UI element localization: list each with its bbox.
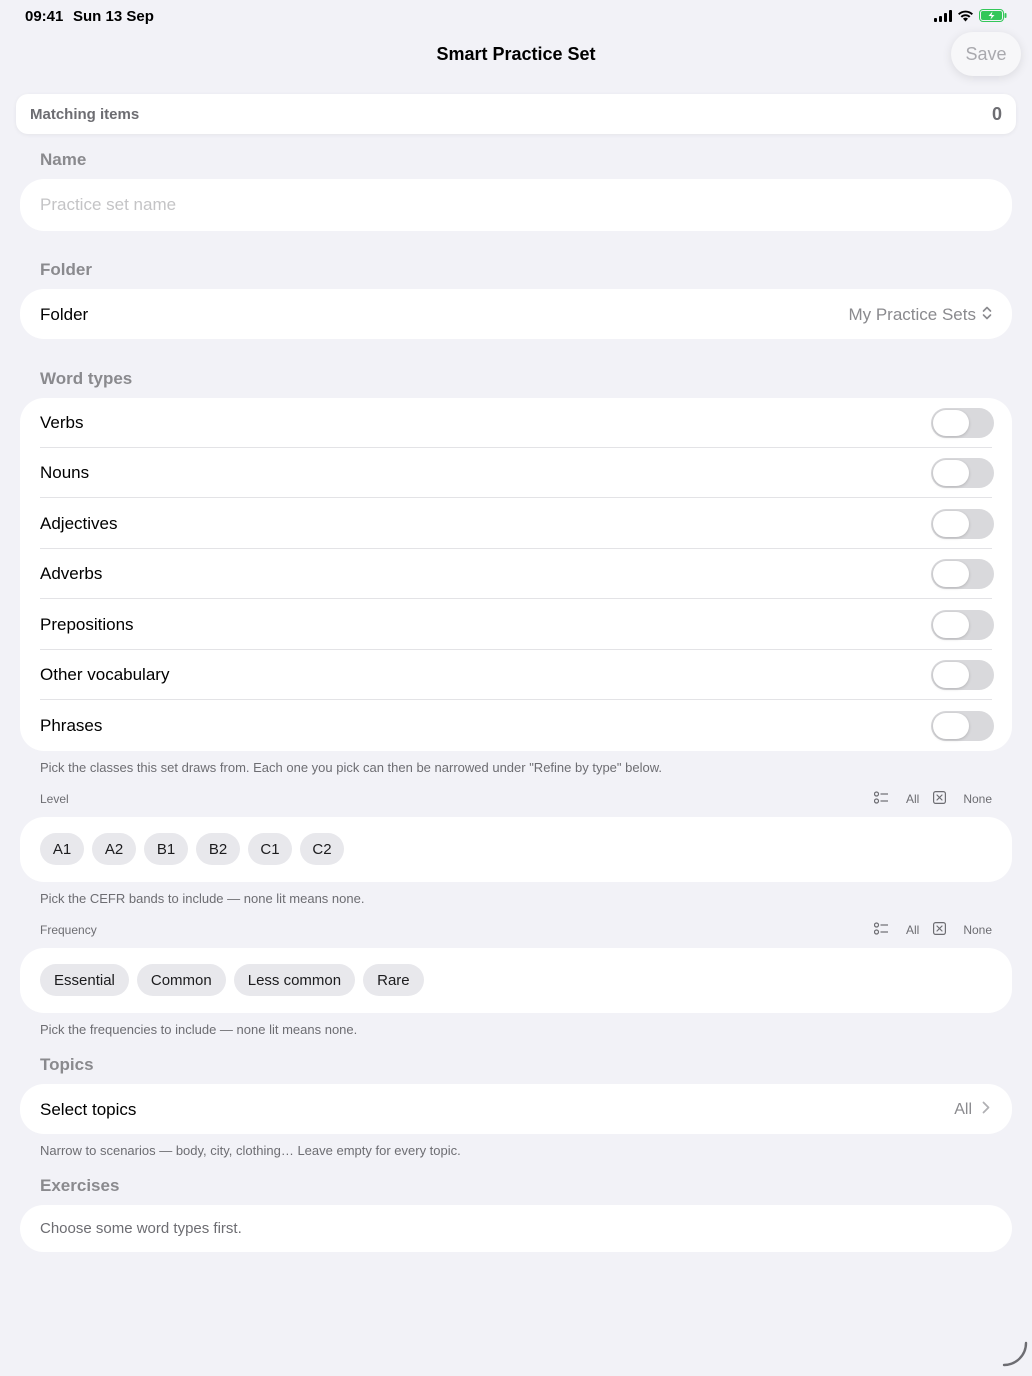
xmark-square-icon: [933, 922, 947, 938]
exercises-empty-message: Choose some word types first.: [40, 1220, 242, 1237]
toggle-knob: [933, 612, 969, 638]
frequency-section-header: Frequency: [40, 923, 97, 937]
word-type-row-other-vocabulary: Other vocabulary: [20, 650, 1012, 700]
folder-section-header: Folder: [40, 260, 92, 279]
frequency-chip-less-common[interactable]: Less common: [233, 964, 356, 996]
select-topics-row[interactable]: Select topics All: [20, 1084, 1012, 1134]
level-chip-a2[interactable]: A2: [92, 833, 136, 865]
status-bar: 09:41 Sun 13 Sep: [0, 0, 1032, 32]
frequency-all-label: All: [905, 923, 920, 937]
frequency-chips: Essential Common Less common Rare: [40, 964, 424, 996]
folder-picker-row[interactable]: Folder My Practice Sets: [20, 289, 1012, 339]
frequency-bulk-actions: All None: [873, 922, 992, 938]
folder-value[interactable]: My Practice Sets: [848, 305, 992, 325]
frequency-footnote: Pick the frequencies to include — none l…: [40, 1022, 358, 1037]
name-section-header: Name: [40, 150, 87, 169]
cellular-signal-icon: [934, 9, 952, 27]
checklist-icon: [873, 791, 889, 807]
frequency-select-all-button[interactable]: All: [873, 922, 920, 938]
word-type-row-phrases: Phrases: [20, 701, 1012, 751]
exercises-section-header: Exercises: [40, 1176, 120, 1195]
checklist-icon: [873, 922, 889, 938]
level-chip-c2[interactable]: C2: [300, 833, 344, 865]
frequency-chip-common[interactable]: Common: [136, 964, 226, 996]
level-card: A1 A2 B1 B2 C1 C2: [20, 817, 1012, 882]
word-type-label: Verbs: [40, 413, 84, 432]
chevron-up-down-icon: [982, 305, 992, 325]
folder-row-label: Folder: [40, 305, 89, 324]
page-title: Smart Practice Set: [436, 44, 596, 64]
word-type-row-adverbs: Adverbs: [20, 549, 1012, 599]
matching-items-count: 0: [991, 104, 1002, 124]
word-type-row-verbs: Verbs: [20, 398, 1012, 448]
toggle-knob: [933, 511, 969, 537]
select-topics-label: Select topics: [40, 1100, 137, 1119]
level-chip-b2[interactable]: B2: [196, 833, 240, 865]
status-date: Sun 13 Sep: [73, 8, 154, 25]
level-select-all-button[interactable]: All: [873, 791, 920, 807]
word-type-label: Nouns: [40, 463, 90, 482]
word-type-label: Adverbs: [40, 564, 103, 583]
xmark-square-icon: [933, 791, 947, 807]
matching-items-label: Matching items: [30, 106, 140, 123]
frequency-select-none-button[interactable]: None: [933, 922, 992, 938]
level-section-header: Level: [40, 792, 69, 806]
frequency-card: Essential Common Less common Rare: [20, 948, 1012, 1013]
status-time: 09:41: [25, 8, 64, 25]
frequency-chip-rare[interactable]: Rare: [363, 964, 424, 996]
frequency-none-label: None: [963, 923, 992, 937]
level-chip-c1[interactable]: C1: [248, 833, 292, 865]
word-type-label: Prepositions: [40, 615, 134, 634]
topics-footnote: Narrow to scenarios — body, city, clothi…: [40, 1143, 461, 1158]
word-type-label: Phrases: [40, 716, 103, 735]
word-types-card: Verbs Nouns Adjectives Adverbs Prepositi…: [20, 398, 1012, 751]
word-types-footnote: Pick the classes this set draws from. Ea…: [40, 760, 663, 775]
topics-value-text: All: [954, 1101, 972, 1118]
word-types-section-header: Word types: [40, 369, 133, 388]
word-type-row-adjectives: Adjectives: [20, 499, 1012, 549]
level-footnote: Pick the CEFR bands to include — none li…: [40, 891, 365, 906]
word-type-row-prepositions: Prepositions: [20, 600, 1012, 650]
status-icons: [934, 9, 1007, 27]
row-divider: [40, 497, 992, 498]
level-all-label: All: [905, 792, 920, 806]
other-vocabulary-toggle[interactable]: [931, 660, 994, 690]
window-resize-handle[interactable]: [1002, 1341, 1028, 1372]
topics-section-header: Topics: [40, 1055, 94, 1074]
toggle-knob: [933, 410, 969, 436]
toggle-knob: [933, 460, 969, 486]
wifi-icon: [957, 9, 974, 27]
exercises-card: Choose some word types first.: [20, 1205, 1012, 1252]
prepositions-toggle[interactable]: [931, 610, 994, 640]
nouns-toggle[interactable]: [931, 458, 994, 488]
row-divider: [40, 598, 992, 599]
level-chips: A1 A2 B1 B2 C1 C2: [40, 833, 344, 865]
matching-items-card: Matching items 0: [16, 94, 1016, 134]
level-chip-b1[interactable]: B1: [144, 833, 188, 865]
practice-set-name-input[interactable]: [40, 179, 980, 231]
toggle-knob: [933, 561, 969, 587]
word-type-row-nouns: Nouns: [20, 448, 1012, 498]
verbs-toggle[interactable]: [931, 408, 994, 438]
topics-value: All: [954, 1101, 990, 1119]
battery-charging-icon: [979, 9, 1007, 27]
toggle-knob: [933, 662, 969, 688]
level-chip-a1[interactable]: A1: [40, 833, 84, 865]
level-select-none-button[interactable]: None: [933, 791, 992, 807]
level-bulk-actions: All None: [873, 791, 992, 807]
save-button[interactable]: Save: [951, 32, 1021, 76]
word-type-label: Other vocabulary: [40, 665, 170, 684]
frequency-chip-essential[interactable]: Essential: [40, 964, 129, 996]
word-type-label: Adjectives: [40, 514, 118, 533]
folder-value-text: My Practice Sets: [848, 305, 976, 324]
toggle-knob: [933, 713, 969, 739]
name-card: [20, 179, 1012, 231]
adjectives-toggle[interactable]: [931, 509, 994, 539]
phrases-toggle[interactable]: [931, 711, 994, 741]
chevron-right-icon: [982, 1101, 990, 1119]
adverbs-toggle[interactable]: [931, 559, 994, 589]
level-none-label: None: [963, 792, 992, 806]
row-divider: [40, 699, 992, 700]
